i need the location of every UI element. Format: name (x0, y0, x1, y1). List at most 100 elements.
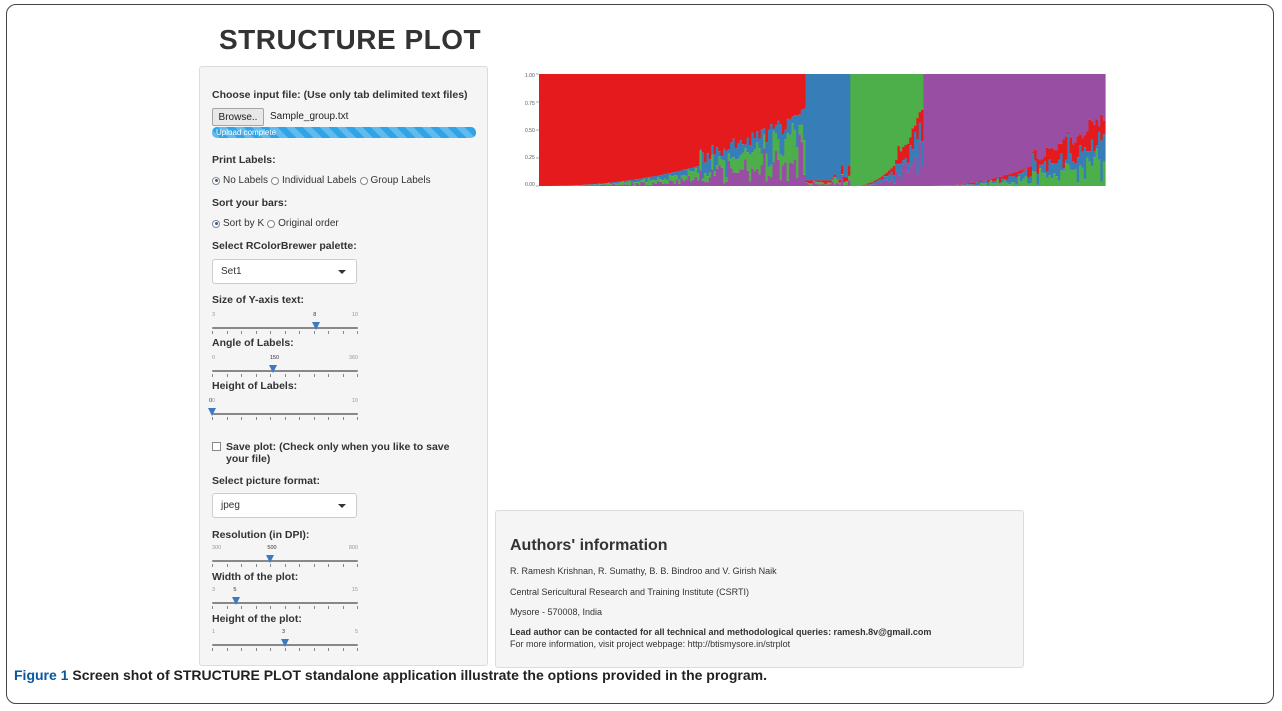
slider-tick (284, 374, 286, 377)
slider-tick (241, 648, 242, 651)
slider-tick (284, 606, 286, 609)
palette-select[interactable]: Set1 (212, 259, 357, 284)
slider-tick (241, 331, 242, 334)
bar-segment (1102, 74, 1106, 121)
slider-tick (226, 648, 228, 651)
project-webpage: For more information, visit project webp… (510, 639, 791, 649)
slider-tick (226, 331, 228, 334)
slider-tick (255, 564, 257, 567)
slider-tick (313, 417, 315, 420)
slider-tick (342, 374, 344, 377)
app-title: STRUCTURE PLOT (219, 24, 482, 55)
slider-tick (241, 374, 242, 377)
slider-tick (299, 374, 300, 377)
radio-individual-labels-label: Individual Labels (282, 175, 357, 186)
figure-caption-text: Screen shot of STRUCTURE PLOT standalone… (72, 667, 767, 683)
authors-title: Authors' information (510, 537, 668, 554)
slider-tick (299, 331, 300, 334)
picture-format-label: Select picture format: (212, 475, 320, 487)
picture-format-value: jpeg (221, 500, 240, 511)
angle-of-labels-label: Angle of Labels: (212, 337, 294, 349)
slider-tick (270, 564, 271, 567)
author-contact: Lead author can be contacted for all tec… (510, 627, 932, 637)
slider-tick (226, 417, 228, 420)
slider-tick (212, 606, 213, 609)
author-names: R. Ramesh Krishnan, R. Sumathy, B. B. Bi… (510, 566, 777, 576)
print-labels-group: No Labels Individual Labels Group Labels (212, 175, 434, 186)
slider-tick (226, 564, 228, 567)
print-labels-label: Print Labels: (212, 154, 276, 166)
save-plot-label: Save plot: (Check only when you like to … (226, 441, 450, 465)
upload-progress-bar: Upload complete (212, 127, 476, 138)
slider-tick (342, 648, 344, 651)
slider-tick (299, 606, 300, 609)
bar-segment (1102, 134, 1106, 162)
slider-min-label: 3 (212, 587, 216, 593)
height-of-labels-slider[interactable]: 0 10 0 (208, 398, 358, 428)
slider-handle[interactable] (266, 555, 275, 563)
slider-tick (328, 648, 329, 651)
radio-group-labels[interactable] (359, 176, 368, 185)
slider-handle[interactable] (312, 322, 321, 330)
author-address: Mysore - 570008, India (510, 607, 603, 617)
slider-tick (212, 648, 213, 651)
author-institute: Central Sericultural Research and Traini… (510, 587, 749, 597)
slider-handle[interactable] (268, 365, 277, 373)
slider-tick (357, 374, 358, 377)
slider-tick (284, 417, 286, 420)
slider-tick (342, 331, 344, 334)
browse-button[interactable]: Browse.. (212, 108, 264, 126)
slider-tick (313, 331, 315, 334)
palette-value: Set1 (221, 266, 242, 277)
slider-tick (299, 564, 300, 567)
slider-tick (284, 564, 286, 567)
height-of-plot-slider[interactable]: 1 5 3 (212, 629, 358, 659)
slider-max-label: 5 (354, 629, 358, 635)
slider-tick (342, 564, 344, 567)
slider-tick (357, 564, 358, 567)
slider-tick (328, 331, 329, 334)
slider-handle[interactable] (208, 408, 216, 416)
slider-tick (299, 648, 300, 651)
radio-sort-by-k-label: Sort by K (223, 218, 265, 229)
slider-tick (270, 417, 271, 420)
radio-original-order-label: Original order (278, 218, 339, 229)
radio-no-labels[interactable] (212, 176, 220, 185)
picture-format-select[interactable]: jpeg (212, 493, 357, 518)
radio-individual-labels[interactable] (271, 176, 280, 185)
slider-max-label: 10 (351, 398, 358, 404)
slider-tick (270, 331, 271, 334)
slider-handle[interactable] (281, 639, 289, 647)
height-of-plot-label: Height of the plot: (212, 613, 302, 625)
sort-bars-group: Sort by K Original order (212, 218, 342, 229)
sidebar-panel: Choose input file: (Use only tab delimit… (199, 66, 488, 666)
slider-track (212, 413, 358, 415)
file-name: Sample_group.txt (270, 111, 349, 122)
radio-original-order[interactable] (267, 219, 276, 228)
slider-tick (255, 374, 257, 377)
slider-tick (284, 648, 286, 651)
slider-tick (255, 331, 257, 334)
slider-tick (342, 606, 344, 609)
slider-min-label: 300 (212, 545, 222, 551)
slider-tick (255, 648, 257, 651)
save-plot-checkbox[interactable] (212, 442, 221, 451)
radio-no-labels-label: No Labels (223, 175, 269, 186)
slider-tick (255, 417, 257, 420)
bar-segment (1102, 120, 1106, 135)
slider-value-label: 150 (269, 355, 280, 361)
slider-handle[interactable] (232, 597, 241, 605)
structure-bar-chart (536, 73, 1106, 187)
slider-value-label: 3 (282, 629, 286, 635)
height-of-labels-label: Height of Labels: (212, 380, 298, 392)
slider-tick (255, 606, 257, 609)
slider-track (212, 327, 358, 329)
slider-max-label: 360 (348, 355, 358, 361)
resolution-label: Resolution (in DPI): (212, 529, 310, 541)
slider-max-label: 10 (351, 312, 358, 318)
radio-sort-by-k[interactable] (212, 219, 220, 228)
slider-tick (212, 564, 213, 567)
slider-min-label: 0 (212, 355, 216, 361)
slider-value-label: 500 (267, 545, 277, 551)
slider-tick (241, 564, 242, 567)
